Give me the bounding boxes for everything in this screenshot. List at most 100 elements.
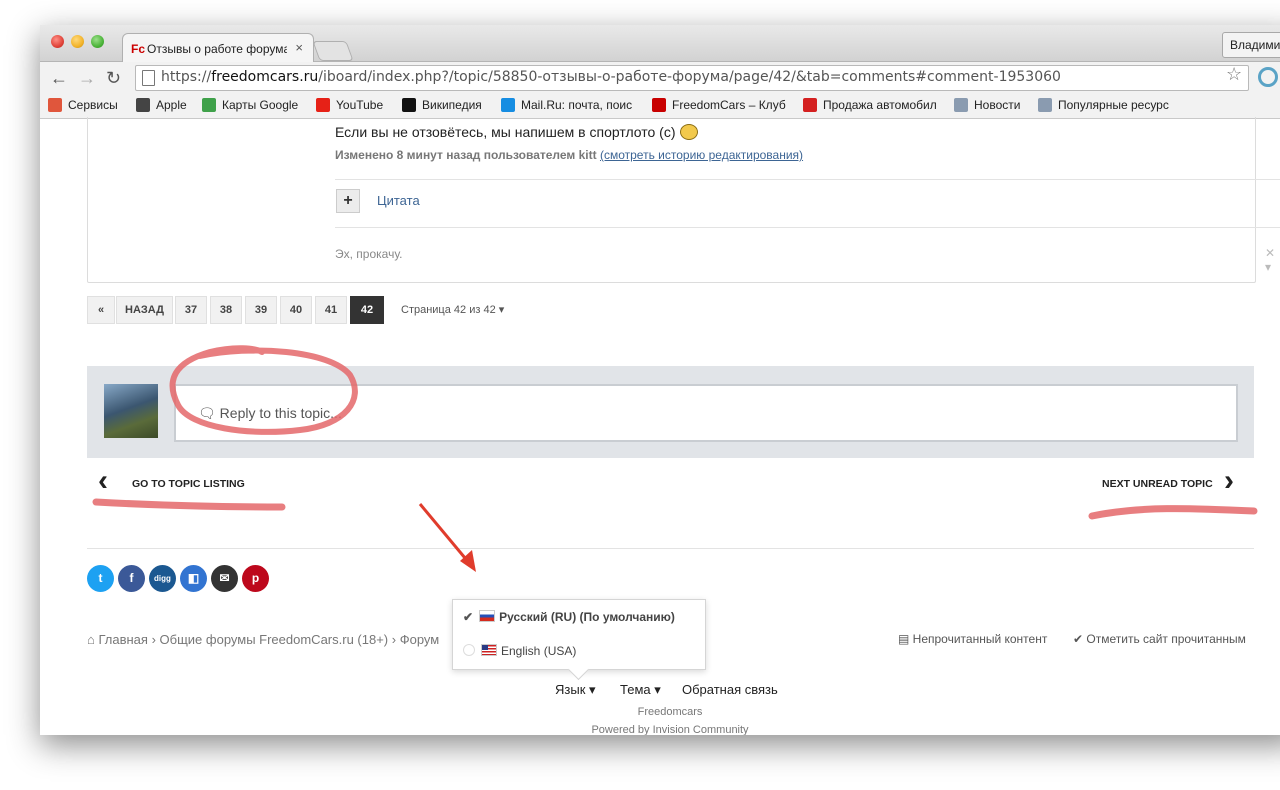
bookmark-icon	[202, 98, 216, 112]
digg-share-icon[interactable]: digg	[149, 565, 176, 592]
zoom-window-button[interactable]	[91, 35, 104, 48]
russia-flag-icon	[479, 610, 496, 622]
first-page-button[interactable]: «	[87, 296, 115, 324]
usa-flag-icon	[481, 644, 497, 656]
page-button[interactable]: 39	[245, 296, 277, 324]
tab-strip: Fc Отзывы о работе форума × Владимир	[40, 25, 1280, 62]
bookmark-item[interactable]: Википедия	[402, 98, 482, 112]
bookmark-item[interactable]: YouTube	[316, 98, 383, 112]
breadcrumb-sub[interactable]: Форум	[400, 632, 440, 647]
minimize-window-button[interactable]	[71, 35, 84, 48]
bookmark-label: Apple	[156, 98, 187, 112]
bookmark-icon	[652, 98, 666, 112]
breadcrumb-separator: ›	[151, 632, 156, 647]
language-option-en[interactable]: English (USA)	[463, 644, 576, 658]
tab-title: Отзывы о работе форума	[147, 42, 287, 56]
close-window-button[interactable]	[51, 35, 64, 48]
quote-button[interactable]: Цитата	[377, 193, 420, 208]
divider	[87, 548, 1254, 549]
forward-arrow-icon[interactable]: →	[78, 69, 96, 87]
home-icon: ⌂	[87, 632, 99, 647]
address-bar[interactable]: https://freedomcars.ru/iboard/index.php?…	[135, 65, 1249, 91]
chevron-left-icon: ‹	[98, 464, 108, 497]
checkmark-icon: ✔	[463, 610, 474, 624]
bookmark-item[interactable]: Сервисы	[48, 98, 118, 112]
edited-note: Изменено 8 минут назад пользователем kit…	[335, 148, 804, 162]
comment-icon: 🗨	[198, 405, 220, 421]
feedback-link[interactable]: Обратная связь	[682, 682, 778, 697]
page-button[interactable]: 41	[315, 296, 347, 324]
pinterest-share-icon[interactable]: p	[242, 565, 269, 592]
powered-by[interactable]: Powered by Invision Community	[40, 724, 1280, 735]
chevron-right-icon: ›	[1224, 464, 1234, 497]
bookmark-item[interactable]: Популярные ресурс	[1038, 98, 1169, 112]
theme-dropdown[interactable]: Тема ▾	[620, 682, 661, 698]
language-dropdown[interactable]: Язык ▾	[555, 682, 596, 698]
radio-icon	[463, 644, 475, 656]
bookmark-item[interactable]: Карты Google	[202, 98, 298, 112]
extension-icon[interactable]	[1258, 67, 1278, 87]
bookmark-label: Карты Google	[222, 98, 299, 112]
twitter-share-icon[interactable]: t	[87, 565, 114, 592]
page-icon	[142, 70, 155, 86]
mark-site-read-link[interactable]: ✔ Отметить сайт прочитанным	[1073, 632, 1246, 646]
edit-history-link[interactable]: (смотреть историю редактирования)	[600, 148, 803, 162]
page-button[interactable]: 38	[210, 296, 242, 324]
facebook-share-icon[interactable]: f	[118, 565, 145, 592]
bookmark-item[interactable]: Apple	[136, 98, 187, 112]
post-text: Если вы не отзовётесь, мы напишем в спор…	[335, 124, 698, 140]
breadcrumb-home[interactable]: Главная	[98, 632, 147, 647]
bookmark-star-icon[interactable]: ☆	[1226, 64, 1242, 85]
bookmark-item[interactable]: Новости	[954, 98, 1020, 112]
prev-page-button[interactable]: НАЗАД	[116, 296, 173, 324]
bookmark-icon	[954, 98, 968, 112]
bookmark-item[interactable]: Продажа автомобил	[803, 98, 937, 112]
language-option-ru[interactable]: ✔ Русский (RU) (По умолчанию)	[463, 610, 675, 624]
divider	[335, 179, 1280, 180]
check-icon: ✔	[1073, 632, 1087, 646]
page-jump-dropdown[interactable]: Страница 42 из 42 ▾	[401, 303, 504, 316]
bookmark-item[interactable]: FreedomCars – Клуб	[652, 98, 786, 112]
reply-area: 🗨 Reply to this topic...	[87, 366, 1254, 458]
bookmark-label: FreedomCars – Клуб	[672, 98, 786, 112]
menu-caret	[567, 658, 590, 681]
bookmark-label: Продажа автомобил	[823, 98, 937, 112]
bookmark-label: Mail.Ru: почта, поис	[521, 98, 633, 112]
email-share-icon[interactable]: ✉	[211, 565, 238, 592]
signature-text: Эх, прокачу.	[335, 247, 403, 261]
page-button[interactable]: 37	[175, 296, 207, 324]
tab-close-icon[interactable]: ×	[295, 40, 303, 55]
delicious-share-icon[interactable]: ◧	[180, 565, 207, 592]
browser-window: Fc Отзывы о работе форума × Владимир ← →…	[40, 25, 1280, 735]
page-content: Если вы не отзовётесь, мы напишем в спор…	[40, 117, 1280, 735]
bookmark-icon	[803, 98, 817, 112]
signature-hide-icon[interactable]: ✕ ▾	[1265, 246, 1275, 274]
back-arrow-icon[interactable]: ←	[50, 69, 68, 87]
reply-input[interactable]: 🗨 Reply to this topic...	[174, 384, 1238, 442]
emoji-icon	[679, 124, 698, 140]
breadcrumb-separator: ›	[391, 632, 397, 647]
bookmark-icon	[402, 98, 416, 112]
page-button[interactable]: 40	[280, 296, 312, 324]
unread-content-link[interactable]: ▤ Непрочитанный контент	[898, 632, 1047, 646]
bookmark-icon	[316, 98, 330, 112]
page-button-current[interactable]: 42	[350, 296, 384, 324]
reload-icon[interactable]: ↻	[106, 69, 121, 87]
breadcrumb: ⌂ Главная › Общие форумы FreedomCars.ru …	[87, 632, 439, 647]
reply-placeholder: 🗨 Reply to this topic...	[198, 405, 342, 421]
breadcrumb-forum[interactable]: Общие форумы FreedomCars.ru (18+)	[160, 632, 389, 647]
bookmark-label: Википедия	[422, 98, 482, 112]
freedomcars-favicon-icon: Fc	[131, 42, 146, 56]
bookmark-icon	[1038, 98, 1052, 112]
profile-button[interactable]: Владимир	[1222, 32, 1280, 58]
browser-tab[interactable]: Fc Отзывы о работе форума ×	[122, 33, 314, 62]
bookmark-icon	[48, 98, 62, 112]
quote-plus-button[interactable]: +	[336, 189, 360, 213]
bookmark-item[interactable]: Mail.Ru: почта, поис	[501, 98, 632, 112]
url-text[interactable]: https://freedomcars.ru/iboard/index.php?…	[161, 69, 1061, 85]
unread-icon: ▤	[898, 632, 913, 646]
bookmark-label: Популярные ресурс	[1058, 98, 1169, 112]
avatar[interactable]	[104, 384, 158, 438]
bookmark-label: YouTube	[336, 98, 384, 112]
new-tab-button[interactable]	[312, 41, 354, 61]
